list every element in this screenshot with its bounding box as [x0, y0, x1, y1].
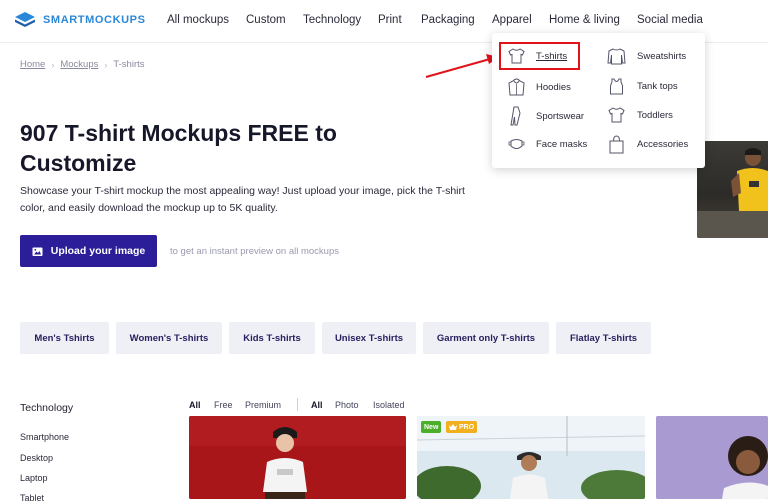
filter-pricing-all[interactable]: All	[189, 400, 201, 410]
dropdown-item-tank-tops[interactable]: Tank tops	[607, 78, 678, 95]
dropdown-item-tshirts[interactable]: T-shirts	[508, 48, 567, 64]
sidebar-item-laptop[interactable]: Laptop	[20, 473, 48, 483]
dropdown-item-accessories[interactable]: Accessories	[607, 135, 688, 154]
tote-bag-icon	[609, 135, 624, 154]
chip-flatlay-tshirts[interactable]: Flatlay T-shirts	[556, 322, 651, 354]
nav-item-apparel[interactable]: Apparel	[492, 14, 532, 26]
logo-text: SMARTMOCKUPS	[43, 14, 146, 26]
sidebar-item-tablet[interactable]: Tablet	[20, 493, 44, 503]
breadcrumb-separator: ›	[104, 59, 108, 70]
sportswear-icon	[510, 106, 521, 126]
chip-label: Unisex T-shirts	[334, 332, 404, 344]
sweatshirt-icon	[607, 48, 626, 65]
filter-pricing-free[interactable]: Free	[214, 400, 233, 410]
breadcrumb-separator: ›	[51, 59, 55, 70]
dropdown-label-accessories: Accessories	[637, 139, 689, 150]
page-description: Showcase your T-shirt mockup the most ap…	[20, 185, 465, 214]
hoodie-icon	[508, 78, 525, 96]
mockup-card[interactable]	[656, 416, 768, 499]
mockup-card[interactable]	[189, 416, 406, 499]
chip-label: Men's Tshirts	[34, 332, 95, 344]
nav-item-custom[interactable]: Custom	[246, 14, 286, 26]
filter-pricing-premium[interactable]: Premium	[245, 400, 281, 410]
nav-item-technology[interactable]: Technology	[303, 14, 361, 26]
tank-top-icon	[610, 78, 623, 95]
dropdown-item-toddlers[interactable]: Toddlers	[607, 107, 673, 123]
dropdown-label-sportswear: Sportswear	[536, 110, 585, 122]
filter-type-isolated[interactable]: Isolated	[373, 400, 405, 410]
sidebar-heading: Technology	[20, 402, 74, 414]
filter-type-all[interactable]: All	[311, 400, 323, 410]
mockup-thumbnail	[656, 416, 768, 499]
breadcrumb-mockups[interactable]: Mockups	[60, 59, 98, 70]
breadcrumb-home[interactable]: Home	[20, 59, 45, 70]
new-badge: New	[421, 421, 442, 433]
dropdown-label-toddlers: Toddlers	[637, 109, 673, 121]
chip-label: Women's T-shirts	[129, 332, 209, 344]
chip-mens-tshirts[interactable]: Men's Tshirts	[20, 322, 109, 354]
filter-divider	[297, 398, 298, 411]
logo[interactable]: SMARTMOCKUPS	[14, 11, 146, 29]
upload-hint: to get an instant preview on all mockups	[170, 246, 339, 257]
pro-badge-label: PRO	[459, 423, 475, 431]
dropdown-label-face-masks: Face masks	[536, 139, 588, 150]
filter-type-photo[interactable]: Photo	[335, 400, 359, 410]
upload-button-label: Upload your image	[50, 245, 146, 257]
dropdown-item-sportswear[interactable]: Sportswear	[508, 106, 584, 126]
mockup-thumbnail	[189, 416, 406, 499]
logo-icon	[15, 12, 35, 27]
dropdown-item-sweatshirts[interactable]: Sweatshirts	[607, 48, 686, 65]
chip-label: Flatlay T-shirts	[569, 332, 638, 344]
nav-item-all-mockups[interactable]: All mockups	[167, 14, 229, 26]
chip-label: Garment only T-shirts	[436, 332, 536, 344]
breadcrumb: Home › Mockups › T-shirts	[20, 59, 145, 70]
page-title: 907 T-shirt Mockups FREE to Customize	[20, 120, 337, 176]
dropdown-label-sweatshirts: Sweatshirts	[637, 51, 687, 62]
dropdown-item-face-masks[interactable]: Face masks	[508, 138, 587, 151]
breadcrumb-current: T-shirts	[113, 59, 145, 70]
pro-badge: PRO	[446, 421, 478, 433]
chip-womens-tshirts[interactable]: Women's T-shirts	[116, 322, 222, 354]
nav-item-packaging[interactable]: Packaging	[421, 14, 475, 26]
sidebar-item-desktop[interactable]: Desktop	[20, 453, 53, 463]
toddler-shirt-icon	[608, 107, 625, 123]
chip-unisex-tshirts[interactable]: Unisex T-shirts	[322, 322, 416, 354]
nav-item-print[interactable]: Print	[378, 14, 402, 26]
dropdown-item-hoodies[interactable]: Hoodies	[508, 78, 571, 96]
dropdown-label-hoodies: Hoodies	[536, 81, 571, 93]
image-upload-icon	[32, 247, 43, 256]
nav-item-home-living[interactable]: Home & living	[549, 14, 620, 26]
sidebar-item-smartphone[interactable]: Smartphone	[20, 432, 69, 442]
nav-item-social-media[interactable]: Social media	[637, 14, 703, 26]
chip-kids-tshirts[interactable]: Kids T-shirts	[229, 322, 315, 354]
tshirt-icon	[508, 48, 525, 64]
face-mask-icon	[508, 139, 525, 149]
annotation-arrow	[425, 54, 499, 78]
upload-image-button[interactable]: Upload your image	[20, 235, 157, 267]
crown-icon	[449, 424, 457, 430]
hero-photo	[697, 141, 768, 238]
chip-label: Kids T-shirts	[243, 332, 301, 344]
dropdown-label-tank-tops: Tank tops	[637, 81, 678, 92]
dropdown-label-tshirts: T-shirts	[536, 50, 568, 62]
chip-garment-only-tshirts[interactable]: Garment only T-shirts	[423, 322, 549, 354]
